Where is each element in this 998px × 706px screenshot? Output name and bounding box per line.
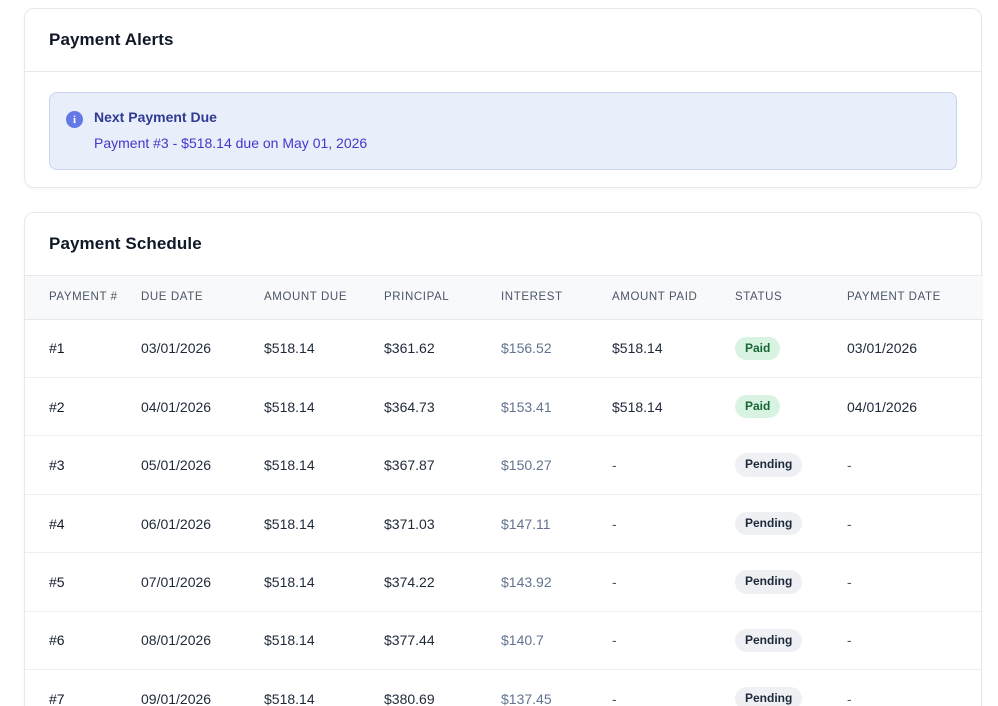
status-badge: Pending xyxy=(735,512,802,535)
status-badge: Pending xyxy=(735,570,802,593)
cell-interest: $150.27 xyxy=(501,436,612,494)
table-row: #305/01/2026$518.14$367.87$150.27-Pendin… xyxy=(25,436,983,494)
header-row: PAYMENT # DUE DATE AMOUNT DUE PRINCIPAL … xyxy=(25,276,983,320)
page: Payment Alerts i Next Payment Due Paymen… xyxy=(0,0,998,706)
cell-status: Pending xyxy=(735,611,847,669)
cell-num: #4 xyxy=(25,494,141,552)
cell-due-date: 05/01/2026 xyxy=(141,436,264,494)
alert-message: Payment #3 - $518.14 due on May 01, 2026 xyxy=(94,135,367,151)
table-row: #204/01/2026$518.14$364.73$153.41$518.14… xyxy=(25,378,983,436)
cell-num: #5 xyxy=(25,553,141,611)
cell-interest: $137.45 xyxy=(501,670,612,706)
payment-alerts-card: Payment Alerts i Next Payment Due Paymen… xyxy=(24,8,982,188)
status-badge: Pending xyxy=(735,687,802,706)
payment-alerts-header: Payment Alerts xyxy=(25,9,981,71)
alert-title: Next Payment Due xyxy=(94,109,367,125)
cell-due-date: 08/01/2026 xyxy=(141,611,264,669)
col-payment-date: PAYMENT DATE xyxy=(847,276,983,320)
status-badge: Paid xyxy=(735,337,780,360)
spacer xyxy=(16,188,974,212)
cell-due-date: 04/01/2026 xyxy=(141,378,264,436)
cell-principal: $374.22 xyxy=(384,553,501,611)
table-row: #406/01/2026$518.14$371.03$147.11-Pendin… xyxy=(25,494,983,552)
cell-status: Pending xyxy=(735,494,847,552)
cell-payment-date: - xyxy=(847,670,983,706)
cell-status: Pending xyxy=(735,436,847,494)
cell-amount-due: $518.14 xyxy=(264,553,384,611)
schedule-table-body: #103/01/2026$518.14$361.62$156.52$518.14… xyxy=(25,319,983,706)
cell-payment-date: - xyxy=(847,494,983,552)
cell-interest: $143.92 xyxy=(501,553,612,611)
payment-alerts-body: i Next Payment Due Payment #3 - $518.14 … xyxy=(25,72,981,187)
col-amount-due: AMOUNT DUE xyxy=(264,276,384,320)
cell-amount-paid: - xyxy=(612,670,735,706)
cell-principal: $377.44 xyxy=(384,611,501,669)
cell-interest: $140.7 xyxy=(501,611,612,669)
cell-amount-due: $518.14 xyxy=(264,378,384,436)
cell-payment-date: - xyxy=(847,553,983,611)
cell-principal: $380.69 xyxy=(384,670,501,706)
cell-status: Paid xyxy=(735,319,847,377)
status-badge: Pending xyxy=(735,453,802,476)
cell-principal: $364.73 xyxy=(384,378,501,436)
cell-amount-due: $518.14 xyxy=(264,494,384,552)
cell-num: #1 xyxy=(25,319,141,377)
cell-status: Pending xyxy=(735,670,847,706)
cell-interest: $156.52 xyxy=(501,319,612,377)
cell-payment-date: 04/01/2026 xyxy=(847,378,983,436)
cell-principal: $361.62 xyxy=(384,319,501,377)
col-interest: INTEREST xyxy=(501,276,612,320)
cell-payment-date: - xyxy=(847,611,983,669)
cell-amount-paid: - xyxy=(612,494,735,552)
cell-amount-due: $518.14 xyxy=(264,670,384,706)
cell-principal: $367.87 xyxy=(384,436,501,494)
table-head: PAYMENT # DUE DATE AMOUNT DUE PRINCIPAL … xyxy=(25,276,983,320)
payment-schedule-title: Payment Schedule xyxy=(49,234,957,254)
cell-num: #2 xyxy=(25,378,141,436)
cell-status: Pending xyxy=(735,553,847,611)
alert-text-block: Next Payment Due Payment #3 - $518.14 du… xyxy=(94,109,367,151)
cell-amount-due: $518.14 xyxy=(264,436,384,494)
cell-amount-paid: $518.14 xyxy=(612,378,735,436)
table-row: #608/01/2026$518.14$377.44$140.7-Pending… xyxy=(25,611,983,669)
payment-schedule-card: Payment Schedule PAYMENT # DUE DATE AMOU… xyxy=(24,212,982,706)
payment-schedule-header: Payment Schedule xyxy=(25,213,981,275)
cell-amount-paid: - xyxy=(612,611,735,669)
table-row: #709/01/2026$518.14$380.69$137.45-Pendin… xyxy=(25,670,983,706)
status-badge: Pending xyxy=(735,629,802,652)
payment-alerts-title: Payment Alerts xyxy=(49,30,957,50)
cell-num: #7 xyxy=(25,670,141,706)
info-icon: i xyxy=(66,111,83,128)
status-badge: Paid xyxy=(735,395,780,418)
cell-payment-date: 03/01/2026 xyxy=(847,319,983,377)
cell-amount-due: $518.14 xyxy=(264,611,384,669)
cell-amount-paid: - xyxy=(612,436,735,494)
col-principal: PRINCIPAL xyxy=(384,276,501,320)
col-due-date: DUE DATE xyxy=(141,276,264,320)
col-amount-paid: AMOUNT PAID xyxy=(612,276,735,320)
cell-amount-paid: - xyxy=(612,553,735,611)
cell-due-date: 09/01/2026 xyxy=(141,670,264,706)
col-status: STATUS xyxy=(735,276,847,320)
table-row: #103/01/2026$518.14$361.62$156.52$518.14… xyxy=(25,319,983,377)
cell-status: Paid xyxy=(735,378,847,436)
cell-num: #6 xyxy=(25,611,141,669)
cell-due-date: 07/01/2026 xyxy=(141,553,264,611)
next-payment-alert: i Next Payment Due Payment #3 - $518.14 … xyxy=(49,92,957,170)
cell-due-date: 06/01/2026 xyxy=(141,494,264,552)
cell-interest: $147.11 xyxy=(501,494,612,552)
cell-num: #3 xyxy=(25,436,141,494)
payment-schedule-table: PAYMENT # DUE DATE AMOUNT DUE PRINCIPAL … xyxy=(25,275,983,706)
cell-amount-paid: $518.14 xyxy=(612,319,735,377)
col-payment-num: PAYMENT # xyxy=(25,276,141,320)
table-row: #507/01/2026$518.14$374.22$143.92-Pendin… xyxy=(25,553,983,611)
cell-interest: $153.41 xyxy=(501,378,612,436)
cell-amount-due: $518.14 xyxy=(264,319,384,377)
cell-principal: $371.03 xyxy=(384,494,501,552)
cell-due-date: 03/01/2026 xyxy=(141,319,264,377)
cell-payment-date: - xyxy=(847,436,983,494)
